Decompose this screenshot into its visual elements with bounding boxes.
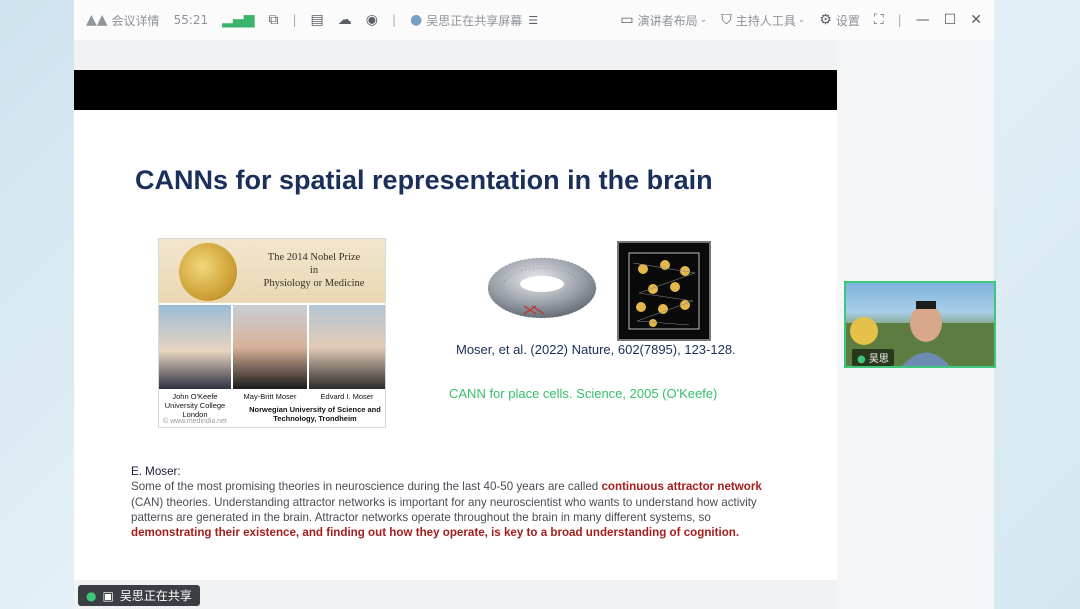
quote-author-name: E. Moser — [131, 465, 178, 478]
host-tools-label: 主持人工具 — [735, 13, 796, 28]
reference-okeefe: CANN for place cells. Science, 2005 (O'K… — [449, 386, 718, 401]
nobel-title: The 2014 Nobel Prize in Physiology or Me… — [263, 252, 365, 289]
grid-cell-map — [617, 241, 711, 341]
laureate-name: John O'Keefe — [172, 392, 218, 401]
host-tools-button[interactable]: ⛉ 主持人工具 ⌄ — [721, 12, 805, 29]
app-logo-icon: ▲▲ — [86, 12, 108, 28]
laureate-name: Edvard I. Moser — [320, 392, 374, 401]
slide-title: CANNs for spatial representation in the … — [135, 165, 713, 195]
nobel-header: The 2014 Nobel Prize in Physiology or Me… — [159, 239, 385, 303]
cloud-record-icon[interactable]: ☁ — [338, 12, 352, 28]
minimize-icon[interactable]: — — [916, 12, 930, 28]
torus-diagram — [486, 248, 598, 332]
maximize-icon[interactable]: ☐ — [944, 12, 957, 28]
meeting-timer: 55:21 — [173, 13, 209, 27]
grid-cell-svg — [628, 252, 700, 330]
popout-icon[interactable]: ⧉ — [268, 12, 278, 28]
reference-moser: Moser, et al. (2022) Nature, 602(7895), … — [456, 342, 736, 357]
quote-author: E. Moser: — [131, 465, 181, 478]
microphone-icon: ● — [857, 354, 866, 365]
laureate-photo-edvard — [309, 305, 385, 389]
quote-text: (CAN) theories. Understanding attractor … — [131, 495, 757, 524]
laureate-name: May-Britt Moser — [243, 392, 297, 401]
layout-icon: ▭ — [620, 12, 634, 28]
slide: CANNs for spatial representation in the … — [74, 110, 837, 580]
hide-view-icon[interactable]: ◉ — [366, 12, 378, 28]
participant-name: 吴思 — [868, 354, 889, 365]
settings-button[interactable]: ⚙ 设置 — [819, 12, 860, 29]
close-icon[interactable]: ✕ — [970, 12, 982, 28]
laureate-photo-may-britt — [233, 305, 307, 389]
microphone-icon: ● — [86, 588, 97, 603]
toolbar-divider-3: | — [897, 13, 902, 27]
laureate-caption-1: John O'Keefe University College London — [159, 392, 231, 419]
laureate-photo-okeefe — [159, 305, 231, 389]
meeting-toolbar: ▲▲ 会议详情 55:21 ▂▄▆ ⧉ | ▤ ☁ ◉ | ● 吴思正在共享屏幕… — [74, 0, 994, 40]
torus-svg — [487, 257, 597, 319]
letterbox-top — [74, 70, 837, 110]
toolbar-divider-2: | — [391, 13, 397, 27]
meeting-details-label: 会议详情 — [111, 13, 160, 28]
nobel-medal-icon — [179, 243, 237, 301]
fullscreen-icon[interactable]: ⛶ — [874, 12, 884, 28]
notes-icon[interactable]: ▤ — [311, 12, 324, 28]
nobel-prize-image: The 2014 Nobel Prize in Physiology or Me… — [158, 238, 386, 428]
quote-block: E. Moser: Some of the most promising the… — [131, 464, 791, 540]
sharing-badge: ● ▣ 吴思正在共享 — [78, 585, 200, 606]
meeting-details-button[interactable]: ▲▲ 会议详情 — [86, 12, 160, 29]
quote-highlight: demonstrating their existence, and findi… — [131, 526, 740, 540]
shared-screen-area: CANNs for spatial representation in the … — [74, 40, 837, 609]
presenter-layout-button[interactable]: ▭ 演讲者布局 ⌄ — [620, 12, 707, 29]
toolbar-divider: | — [292, 13, 297, 27]
signal-strength-icon: ▂▄▆ — [222, 12, 255, 28]
sharing-badge-label: 吴思正在共享 — [119, 589, 192, 603]
shield-icon: ⛉ — [721, 12, 732, 28]
screen-share-icon: ▣ — [102, 588, 114, 603]
sharing-status[interactable]: ● 吴思正在共享屏幕 ☰ — [410, 12, 538, 29]
participant-name-tag: ● 吴思 — [852, 349, 894, 366]
menu-icon: ☰ — [528, 13, 539, 27]
image-watermark: © www.medindia.net — [163, 418, 227, 425]
user-avatar-icon: ● — [410, 12, 423, 28]
participant-video-tile[interactable]: ● 吴思 — [844, 281, 996, 368]
settings-label: 设置 — [835, 13, 860, 28]
quote-text: Some of the most promising theories in n… — [131, 480, 602, 494]
chevron-down-icon: ⌄ — [797, 15, 806, 25]
chevron-down-icon: ⌄ — [699, 15, 708, 25]
presenter-layout-label: 演讲者布局 — [637, 13, 698, 28]
laureate-shared-affil: Norwegian University of Science and Tech… — [249, 405, 381, 423]
quote-highlight: continuous attractor network — [601, 480, 762, 494]
gear-icon: ⚙ — [819, 12, 832, 28]
sharing-status-label: 吴思正在共享屏幕 — [426, 13, 523, 28]
